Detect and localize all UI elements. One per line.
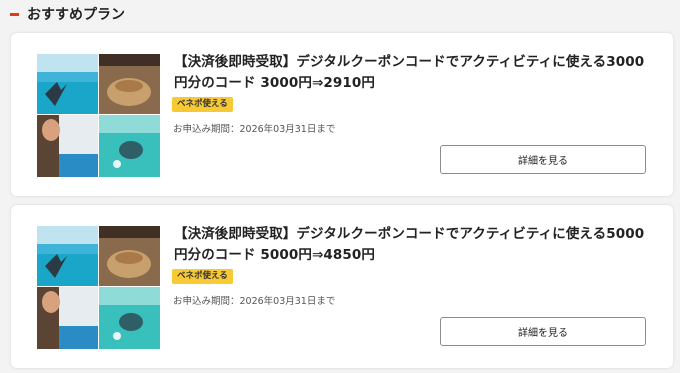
plan-card[interactable]: 【決済後即時受取】デジタルクーポンコードでアクティビティに使える5000円分のコ…	[11, 205, 673, 368]
plan-card[interactable]: 【決済後即時受取】デジタルクーポンコードでアクティビティに使える3000円分のコ…	[11, 33, 673, 196]
section-marker	[10, 12, 19, 16]
plan-title[interactable]: 【決済後即時受取】デジタルクーポンコードでアクティビティに使える3000円分のコ…	[174, 52, 654, 94]
benepo-badge: ベネポ使える	[172, 269, 233, 284]
plan-thumbnail[interactable]	[37, 54, 160, 177]
plan-thumbnail[interactable]	[37, 226, 160, 349]
benepo-badge: ベネポ使える	[172, 97, 233, 112]
detail-button[interactable]: 詳細を見る	[440, 317, 646, 346]
activity-collage-photo	[37, 226, 160, 349]
application-deadline: お申込み期間：2026年03月31日まで	[173, 124, 336, 135]
section-header: おすすめプラン	[10, 0, 125, 28]
plan-title[interactable]: 【決済後即時受取】デジタルクーポンコードでアクティビティに使える5000円分のコ…	[174, 224, 654, 266]
detail-button[interactable]: 詳細を見る	[440, 145, 646, 174]
activity-collage-photo	[37, 54, 160, 177]
application-deadline: お申込み期間：2026年03月31日まで	[173, 296, 336, 307]
section-title: おすすめプラン	[27, 7, 125, 23]
